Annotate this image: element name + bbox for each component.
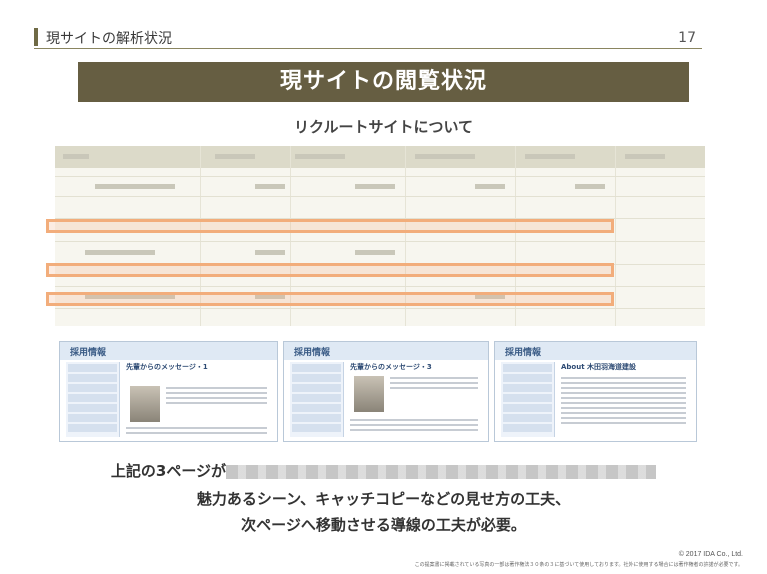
title-banner: 現サイトの閲覧状況 <box>78 62 689 102</box>
staff-photo <box>354 376 384 412</box>
thumbnail-heading: 採用情報 <box>70 348 107 358</box>
section-title: 現サイトの解析状況 <box>46 31 172 47</box>
table-row <box>55 176 705 177</box>
thumbnail-sidebar <box>501 362 555 437</box>
blurred-cell <box>355 184 395 189</box>
body-line-2: 魅力あるシーン、キャッチコピーなどの見せ方の工夫、 <box>196 490 571 508</box>
blurred-cell <box>255 250 285 255</box>
thumbnail-sidebar <box>66 362 120 437</box>
highlight-row-3 <box>46 292 614 306</box>
thumbnail-message-title: 先輩からのメッセージ・3 <box>350 363 432 371</box>
highlight-row-2 <box>46 263 614 277</box>
blurred-cell <box>415 154 475 159</box>
body-line-3: 次ページへ移動させる導線の工夫が必要。 <box>241 516 526 534</box>
blurred-cell <box>85 250 155 255</box>
subtitle: リクルートサイトについて <box>293 118 474 136</box>
table-header <box>55 146 705 168</box>
blurred-cell <box>525 154 575 159</box>
header-divider <box>34 48 702 49</box>
slide-header: 現サイトの解析状況 17 <box>34 22 702 49</box>
thumbnail-heading: 採用情報 <box>294 348 331 358</box>
blurred-cell <box>355 250 395 255</box>
header-accent-bar <box>34 28 38 46</box>
highlight-row-1 <box>46 219 614 233</box>
body-line-1-text: 上記の3ページが <box>110 462 227 480</box>
blurred-cell <box>475 184 505 189</box>
page-thumbnail-1: 採用情報 先輩からのメッセージ・1 <box>59 341 278 442</box>
copyright-notice: この提案書に掲載されている写真の一部は著作権法３０条の３に基づいて使用しておりま… <box>414 562 743 568</box>
thumbnail-heading: 採用情報 <box>505 348 542 358</box>
blurred-cell <box>63 154 89 159</box>
blurred-cell <box>95 184 175 189</box>
page-thumbnail-3: 採用情報 About 木田羽海道建設 <box>494 341 697 442</box>
thumbnail-header: 採用情報 <box>60 342 277 360</box>
blurred-text <box>226 464 657 479</box>
thumbnail-content: 先輩からのメッセージ・3 <box>350 362 482 437</box>
thumbnail-sidebar <box>290 362 344 437</box>
thumbnail-message-title: About 木田羽海道建設 <box>561 363 637 371</box>
table-row <box>55 241 705 242</box>
thumbnail-message-title: 先輩からのメッセージ・1 <box>126 363 208 371</box>
blurred-cell <box>215 154 255 159</box>
table-column-divider <box>615 146 616 326</box>
thumbnail-header: 採用情報 <box>495 342 696 360</box>
page-number: 17 <box>678 30 696 46</box>
thumbnail-content: 先輩からのメッセージ・1 <box>126 362 271 437</box>
staff-photo <box>130 386 160 422</box>
blurred-cell <box>625 154 665 159</box>
thumbnail-header: 採用情報 <box>284 342 488 360</box>
banner-title: 現サイトの閲覧状況 <box>279 69 487 94</box>
table-row <box>55 308 705 309</box>
table-row <box>55 196 705 197</box>
copyright: © 2017 IDA Co., Ltd. <box>678 551 743 558</box>
blurred-cell <box>295 154 345 159</box>
page-thumbnail-2: 採用情報 先輩からのメッセージ・3 <box>283 341 489 442</box>
body-line-1: 上記の3ページが <box>0 460 767 481</box>
blurred-cell <box>575 184 605 189</box>
blurred-cell <box>255 184 285 189</box>
thumbnail-content: About 木田羽海道建設 <box>561 362 690 437</box>
table-row <box>55 286 705 287</box>
